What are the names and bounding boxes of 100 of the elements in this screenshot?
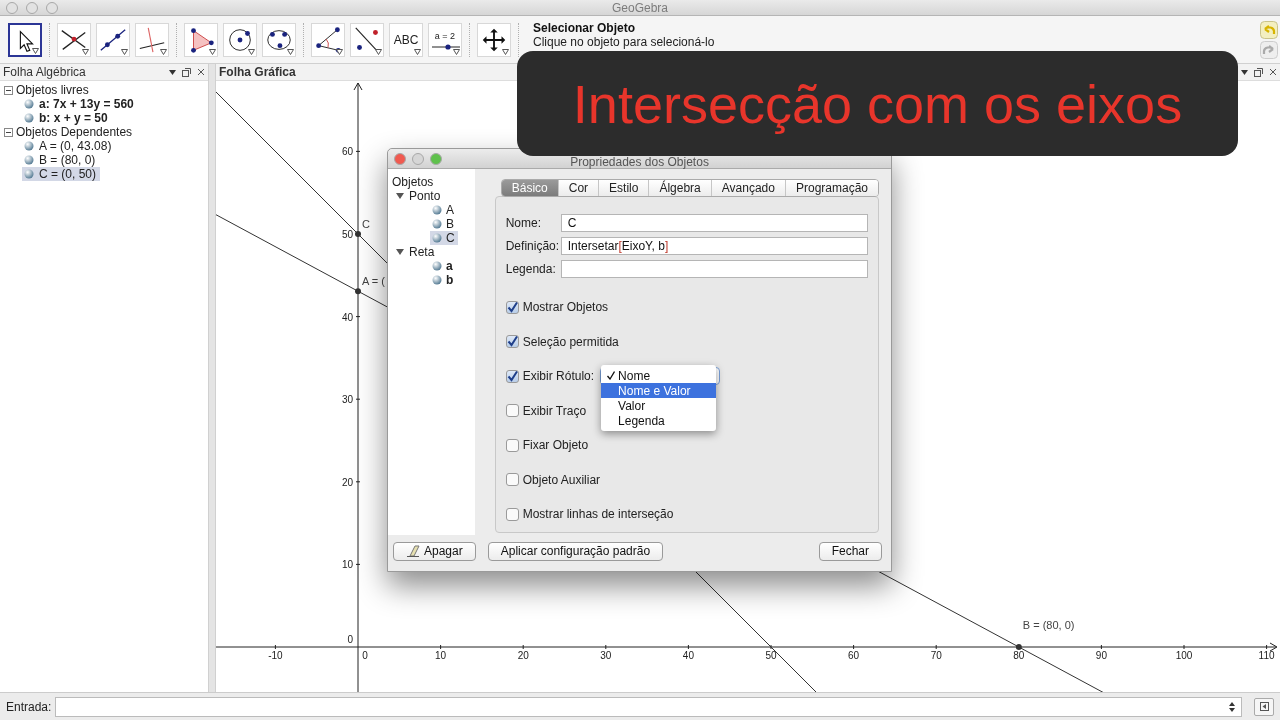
tool-button[interactable]: a = 2 [428, 22, 462, 57]
algebra-item[interactable]: b: x + y = 50 [22, 111, 112, 125]
group-label: Objetos Dependentes [16, 125, 133, 139]
checkbox[interactable] [505, 404, 519, 418]
input-field[interactable] [55, 696, 1242, 717]
close-button[interactable] [394, 153, 406, 165]
tab[interactable]: Cor [558, 180, 600, 196]
tick-label: 100 [1175, 650, 1193, 661]
keyboard-toggle-button[interactable] [1254, 697, 1274, 716]
checkbox[interactable] [505, 335, 519, 349]
text-field[interactable]: C [560, 213, 868, 232]
point-marker[interactable] [355, 288, 361, 295]
tick-label: 0 [347, 634, 353, 645]
menu-caret-icon[interactable] [169, 69, 176, 75]
menu-item[interactable]: Nome [601, 368, 717, 384]
point-label: C [362, 218, 370, 230]
tree-item[interactable]: A [430, 203, 457, 217]
text-field[interactable] [560, 259, 868, 278]
tool-hint: Clique no objeto para selecioná-lo [533, 35, 715, 49]
menu-item[interactable]: Legenda [601, 413, 717, 429]
text-field[interactable]: Intersetar[EixoY, b] [560, 236, 868, 255]
tick-label: 90 [1095, 650, 1107, 661]
algebra-item[interactable]: B = (80, 0) [22, 153, 100, 167]
tick-label: 0 [362, 650, 368, 661]
dropdown-arrow-icon [414, 48, 421, 55]
checkbox-label: Exibir Rótulo: [522, 369, 595, 384]
tree-group[interactable]: Ponto [409, 189, 441, 203]
dropdown-arrow-icon [375, 48, 382, 55]
checkbox[interactable] [505, 507, 519, 521]
dialog-button[interactable]: Aplicar configuração padrão [487, 541, 664, 561]
dialog-button[interactable]: Apagar [393, 541, 476, 561]
tick-label: 10 [341, 559, 353, 571]
undock-icon[interactable] [1254, 67, 1263, 77]
checkbox-label: Objeto Auxiliar [522, 472, 601, 487]
slider-icon [432, 43, 460, 50]
window-title: GeoGebra [611, 0, 668, 15]
menu-item[interactable]: Valor [601, 398, 717, 414]
algebra-item[interactable]: A = (0, 43.08) [22, 139, 116, 153]
undock-icon[interactable] [182, 67, 191, 77]
point-marker[interactable] [355, 231, 361, 237]
tick-label: 10 [435, 650, 447, 661]
checkbox[interactable] [505, 473, 519, 487]
tick-label: 60 [848, 650, 860, 661]
checkbox[interactable] [505, 369, 519, 383]
dialog-title: Propriedades dos Objetos [570, 154, 709, 169]
tree-item[interactable]: B [430, 217, 457, 231]
checkmark-icon [506, 301, 518, 313]
point-label: A = ( [362, 275, 385, 288]
dropdown-arrow-icon [160, 48, 167, 55]
tick-label: 50 [341, 229, 353, 240]
close-icon[interactable] [1269, 68, 1277, 76]
dropdown-arrow-icon [248, 48, 255, 55]
group-label: Objetos livres [16, 83, 89, 97]
checkbox[interactable] [505, 300, 519, 314]
checkbox-label: Seleção permitida [522, 334, 619, 349]
tree-root: Objetos [392, 175, 435, 189]
tick-label: 110 [1258, 650, 1275, 661]
checkbox-label: Exibir Traço [522, 403, 587, 418]
tree-item[interactable]: a [430, 259, 456, 273]
triangle-down-icon[interactable] [396, 192, 404, 200]
algebra-item[interactable]: a: 7x + 13y = 560 [22, 97, 138, 111]
panel-title: Folha Gráfica [219, 65, 296, 79]
dropdown-arrow-icon [209, 48, 216, 55]
close-icon[interactable] [197, 68, 205, 76]
collapse-icon[interactable] [4, 127, 13, 137]
checkbox-label: Mostrar linhas de interseção [522, 507, 674, 522]
up-down-icon[interactable] [1229, 701, 1235, 712]
panel-title: Folha Algébrica [3, 65, 86, 79]
tick-label: 20 [341, 476, 353, 488]
tick-label: -10 [268, 650, 283, 661]
tool-button[interactable]: ABC [389, 22, 423, 57]
collapse-icon[interactable] [4, 85, 13, 95]
triangle-left-icon [1259, 702, 1269, 711]
checkmark-icon [506, 370, 518, 382]
tick-label: 30 [600, 650, 612, 661]
menu-caret-icon[interactable] [1241, 69, 1248, 75]
tick-label: 50 [765, 650, 777, 661]
algebra-item[interactable]: C = (0, 50) [22, 167, 101, 181]
dialog-button[interactable]: Fechar [818, 541, 882, 561]
point-marker[interactable] [1015, 644, 1022, 650]
tab[interactable]: Avançado [711, 180, 786, 196]
dropdown-arrow-icon [336, 48, 343, 55]
checkbox[interactable] [505, 438, 519, 452]
tab[interactable]: Álgebra [649, 180, 712, 196]
checkbox-label: Mostrar Objetos [522, 300, 609, 315]
tick-label: 40 [682, 650, 694, 661]
checkbox-label: Fixar Objeto [522, 438, 589, 453]
tool-button[interactable] [8, 22, 42, 57]
dropdown-arrow-icon [287, 48, 294, 55]
dropdown-arrow-icon [32, 47, 39, 54]
tree-group[interactable]: Reta [409, 245, 435, 259]
tree-item[interactable]: b [430, 273, 457, 287]
tree-item[interactable]: C [430, 231, 458, 245]
triangle-down-icon[interactable] [396, 248, 404, 256]
tick-label: 70 [930, 650, 942, 661]
field-label: Definição: [505, 238, 561, 253]
tick-label: 60 [341, 146, 353, 158]
menu-item[interactable]: Nome e Valor [601, 383, 717, 399]
tab[interactable]: Programação [785, 180, 878, 196]
tab[interactable]: Estilo [599, 180, 650, 196]
